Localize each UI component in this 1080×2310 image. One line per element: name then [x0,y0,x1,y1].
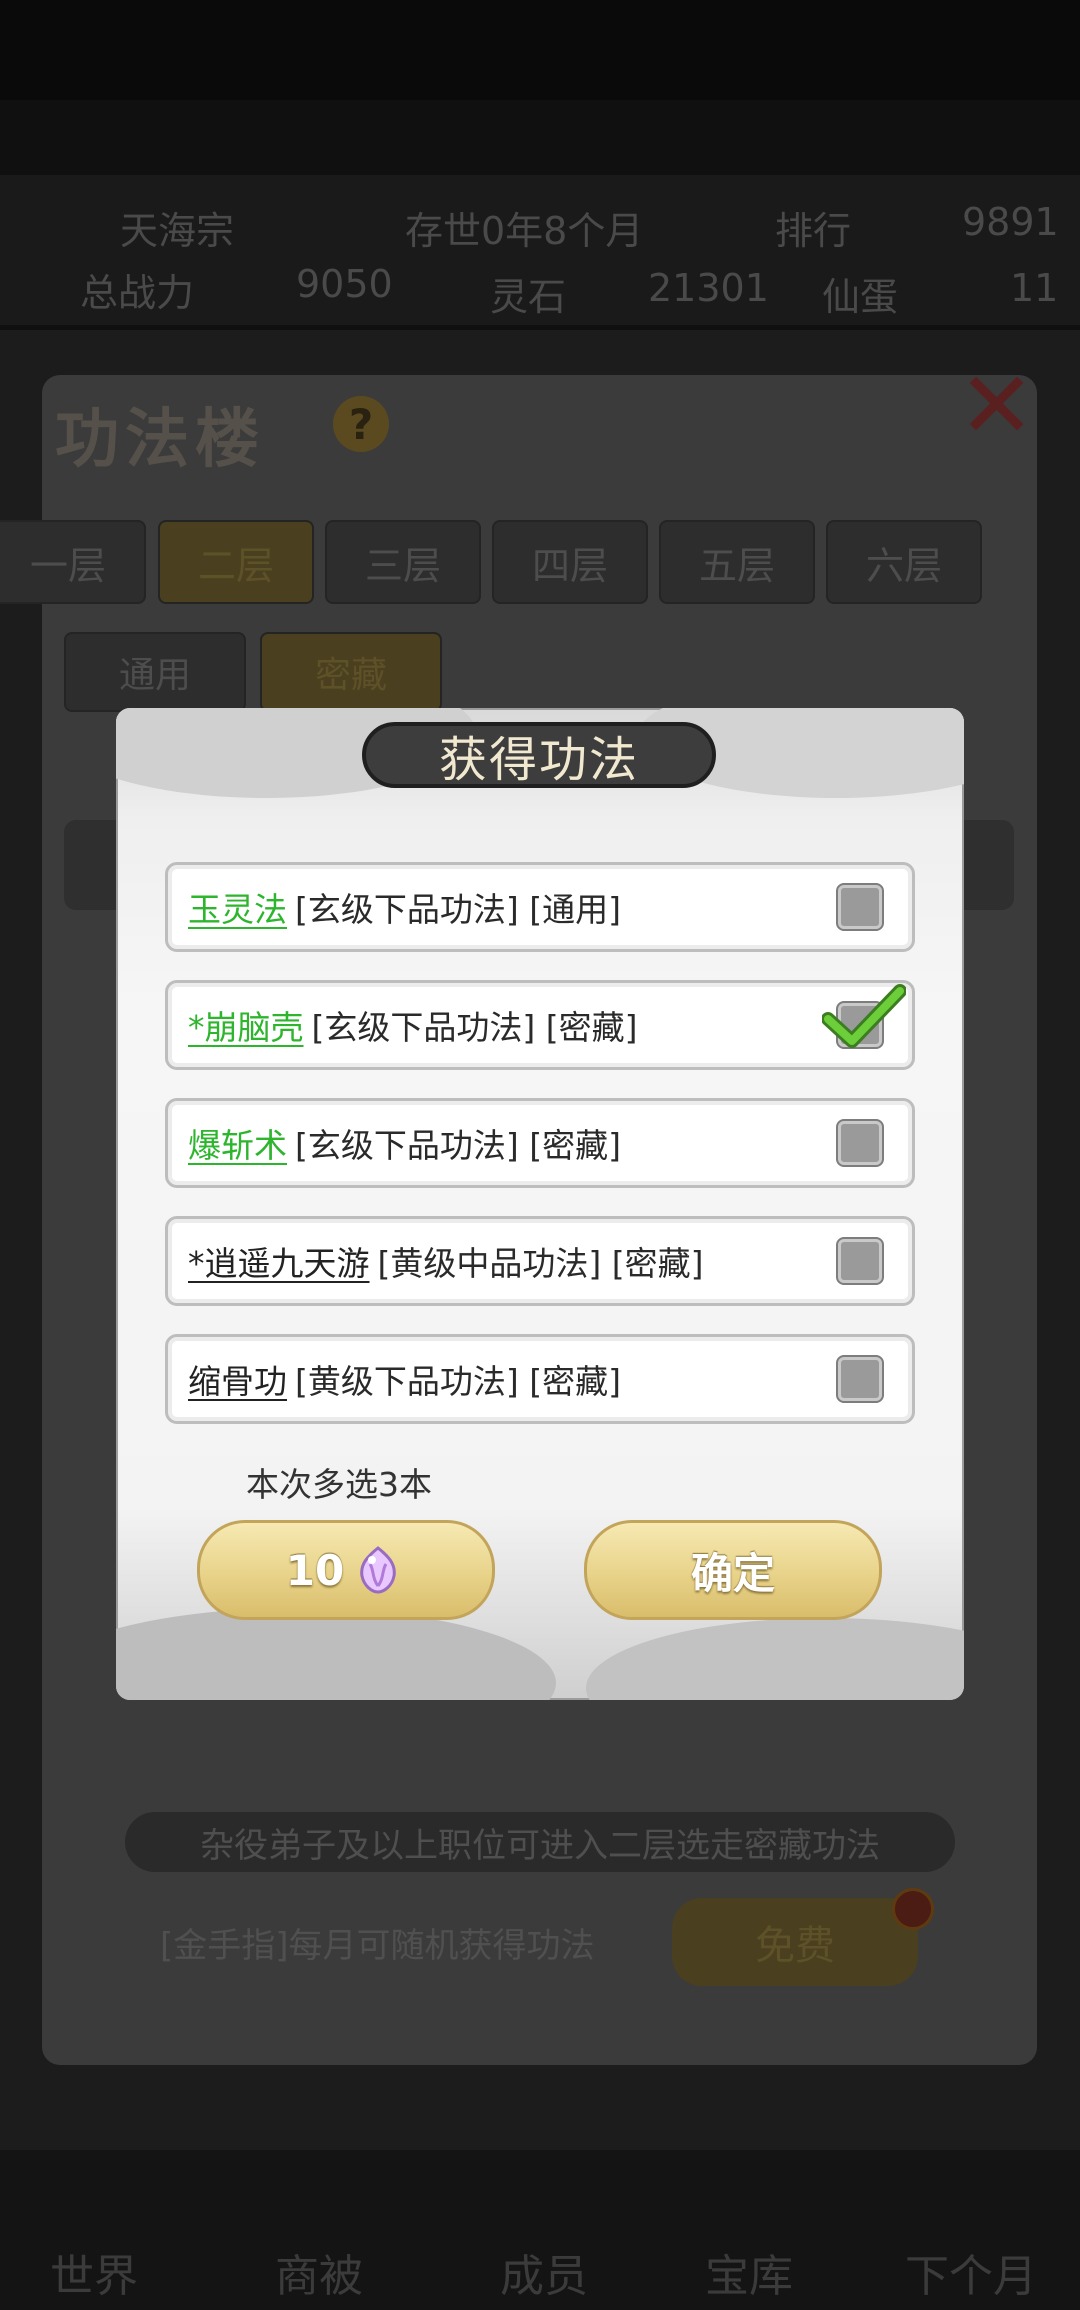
technique-name[interactable]: 玉灵法 [188,883,287,931]
power-value: 9050 [296,262,393,306]
hall-title: 功法楼 [55,403,265,477]
refresh-cost: 10 [285,1545,345,1595]
golden-finger-text: [金手指]每月可随机获得功法 [160,1926,595,1966]
tab-floor-4[interactable]: 四层 [492,520,648,604]
technique-checkbox[interactable] [838,1357,882,1401]
dialog-title: 获得功法 [362,722,716,788]
technique-checkbox[interactable] [838,1121,882,1165]
nav-world[interactable]: 世界 [50,2240,138,2304]
technique-info: [黄级中品功法] [密藏] [377,1244,704,1283]
tab-category-secret[interactable]: 密藏 [260,632,442,712]
technique-name[interactable]: *逍遥九天游 [188,1237,370,1285]
tab-floor-1[interactable]: 一层 [0,520,146,604]
notification-dot [892,1888,934,1930]
free-button[interactable]: 免费 [672,1898,918,1986]
tab-floor-3[interactable]: 三层 [325,520,481,604]
close-icon[interactable]: ✕ [958,360,1035,452]
spirit-stone-label: 灵石 [490,275,567,319]
nav-next-month[interactable]: 下个月 [905,2240,1037,2304]
technique-option[interactable]: 玉灵法 [玄级下品功法] [通用] [165,862,915,952]
technique-checkbox[interactable] [838,885,882,929]
technique-checkbox[interactable] [838,1239,882,1283]
check-icon [822,984,906,1048]
technique-info: [黄级下品功法] [密藏] [295,1362,621,1401]
technique-option[interactable]: *崩脑壳 [玄级下品功法] [密藏] [165,980,915,1070]
technique-info: [玄级下品功法] [密藏] [311,1008,638,1047]
ranking-label: 排行 [775,209,852,253]
egg-label: 仙蛋 [822,275,899,319]
tab-floor-6[interactable]: 六层 [826,520,982,604]
cloud-decoration [586,1618,964,1700]
secret-access-notice: 杂役弟子及以上职位可进入二层选走密藏功法 [125,1812,955,1872]
nav-treasury[interactable]: 宝库 [705,2240,793,2304]
nav-members[interactable]: 成员 [500,2240,588,2304]
confirm-button[interactable]: 确定 [584,1520,882,1620]
power-label: 总战力 [80,271,195,315]
tab-floor-2[interactable]: 二层 [158,520,314,604]
selection-hint: 本次多选3本 [246,1465,432,1504]
existence-time: 存世0年8个月 [405,209,644,253]
technique-info: [玄级下品功法] [通用] [295,890,621,929]
refresh-button[interactable]: 10 [197,1520,495,1620]
crystal-icon [360,1546,397,1594]
tab-floor-5[interactable]: 五层 [659,520,815,604]
technique-name[interactable]: 爆斩术 [188,1119,287,1167]
technique-option[interactable]: *逍遥九天游 [黄级中品功法] [密藏] [165,1216,915,1306]
nav-shop[interactable]: 商被 [275,2240,363,2304]
sect-name: 天海宗 [120,209,235,253]
technique-option[interactable]: 爆斩术 [玄级下品功法] [密藏] [165,1098,915,1188]
technique-option[interactable]: 缩骨功 [黄级下品功法] [密藏] [165,1334,915,1424]
tab-category-general[interactable]: 通用 [64,632,246,712]
help-icon[interactable]: ? [333,396,389,452]
technique-name[interactable]: 缩骨功 [188,1355,287,1403]
egg-value: 11 [1010,266,1059,310]
ranking-value: 9891 [962,200,1059,244]
technique-info: [玄级下品功法] [密藏] [295,1126,621,1165]
spirit-stone-value: 21301 [648,266,769,310]
cloud-decoration [116,1608,556,1700]
technique-name[interactable]: *崩脑壳 [188,1001,304,1049]
status-bar-area [0,0,1080,100]
